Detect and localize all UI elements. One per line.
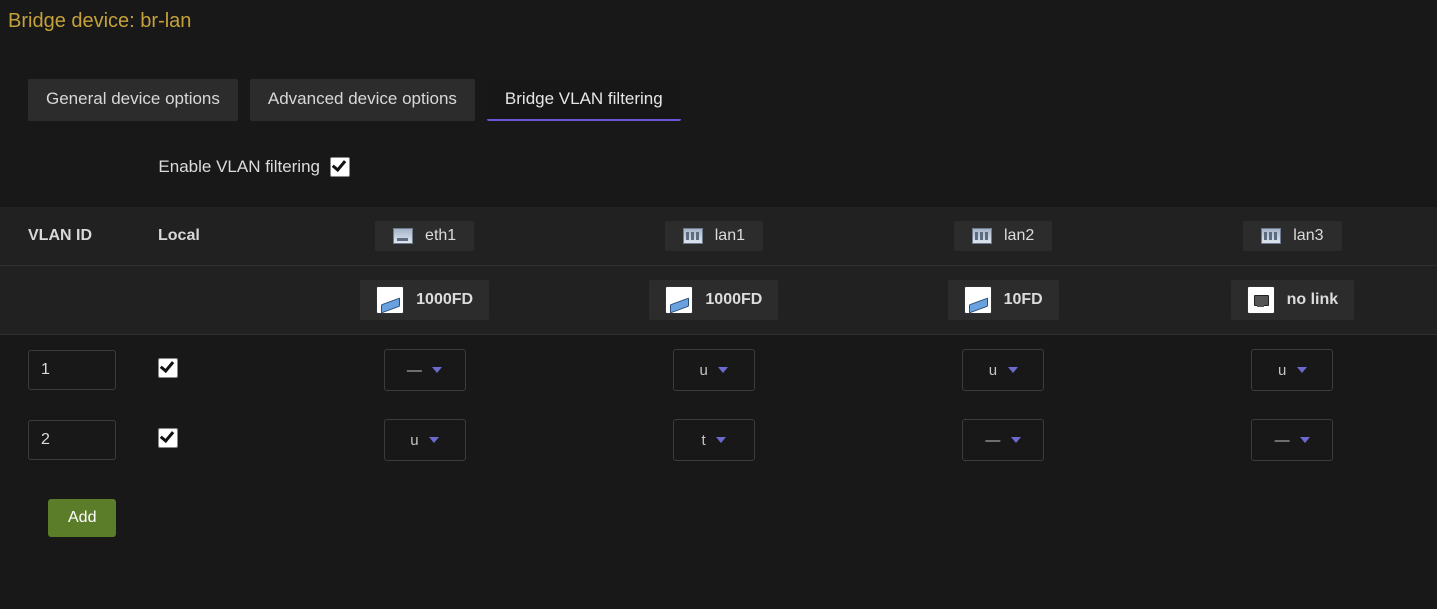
tab-general-device-options[interactable]: General device options	[28, 79, 238, 121]
link-speed: 10FD	[1004, 291, 1043, 309]
vlan-assign-dropdown[interactable]: u	[384, 419, 466, 461]
port-header-lan3[interactable]: lan3	[1243, 221, 1341, 251]
port-link-eth1: 1000FD	[360, 280, 489, 320]
link-up-icon	[665, 286, 693, 314]
vlan-id-input[interactable]	[28, 420, 116, 460]
local-checkbox[interactable]	[158, 358, 178, 378]
link-speed: 1000FD	[705, 291, 762, 309]
chevron-down-icon	[1300, 437, 1310, 443]
port-link-lan1: 1000FD	[649, 280, 778, 320]
table-row: — u u	[0, 335, 1437, 406]
local-checkbox[interactable]	[158, 428, 178, 448]
vlan-assign-dropdown[interactable]: t	[673, 419, 755, 461]
ethernet-port-icon	[393, 228, 413, 244]
tab-advanced-device-options[interactable]: Advanced device options	[250, 79, 475, 121]
col-header-local: Local	[150, 207, 280, 266]
vlan-assign-value: u	[699, 362, 708, 379]
port-name: lan1	[715, 227, 745, 245]
vlan-assign-value: —	[1275, 432, 1291, 449]
chevron-down-icon	[716, 437, 726, 443]
vlan-assign-dropdown[interactable]: u	[673, 349, 755, 391]
vlan-assign-dropdown[interactable]: —	[1251, 419, 1333, 461]
port-name: lan3	[1293, 227, 1323, 245]
port-header-lan2[interactable]: lan2	[954, 221, 1052, 251]
vlan-assign-value: u	[989, 362, 998, 379]
vlan-id-input[interactable]	[28, 350, 116, 390]
chevron-down-icon	[1008, 367, 1018, 373]
link-up-icon	[964, 286, 992, 314]
chevron-down-icon	[1297, 367, 1307, 373]
port-name: eth1	[425, 227, 456, 245]
add-button[interactable]: Add	[48, 499, 116, 537]
link-down-icon	[1247, 286, 1275, 314]
vlan-assign-value: —	[407, 362, 423, 379]
vlan-assign-value: u	[1278, 362, 1287, 379]
port-link-lan2: 10FD	[948, 280, 1059, 320]
port-name: lan2	[1004, 227, 1034, 245]
tab-bridge-vlan-filtering[interactable]: Bridge VLAN filtering	[487, 79, 681, 121]
vlan-assign-value: t	[702, 432, 707, 449]
enable-vlan-filtering-label: Enable VLAN filtering	[0, 157, 320, 177]
port-link-lan3: no link	[1231, 280, 1355, 320]
link-speed: 1000FD	[416, 291, 473, 309]
chevron-down-icon	[429, 437, 439, 443]
vlan-table: VLAN ID Local eth1 lan1	[0, 207, 1437, 475]
table-row: u t —	[0, 405, 1437, 475]
vlan-assign-value: —	[985, 432, 1001, 449]
chevron-down-icon	[432, 367, 442, 373]
port-header-lan1[interactable]: lan1	[665, 221, 763, 251]
vlan-assign-dropdown[interactable]: u	[962, 349, 1044, 391]
enable-vlan-filtering-checkbox[interactable]	[330, 157, 350, 177]
page-title: Bridge device: br-lan	[0, 0, 1437, 41]
col-header-vlan-id: VLAN ID	[0, 207, 150, 266]
vlan-assign-dropdown[interactable]: u	[1251, 349, 1333, 391]
chevron-down-icon	[718, 367, 728, 373]
link-speed: no link	[1287, 291, 1339, 309]
tabs: General device options Advanced device o…	[0, 41, 1437, 121]
vlan-assign-dropdown[interactable]: —	[384, 349, 466, 391]
chevron-down-icon	[1011, 437, 1021, 443]
link-up-icon	[376, 286, 404, 314]
switch-port-icon	[683, 228, 703, 244]
port-header-eth1[interactable]: eth1	[375, 221, 474, 251]
vlan-assign-value: u	[410, 432, 419, 449]
switch-port-icon	[972, 228, 992, 244]
switch-port-icon	[1261, 228, 1281, 244]
vlan-assign-dropdown[interactable]: —	[962, 419, 1044, 461]
